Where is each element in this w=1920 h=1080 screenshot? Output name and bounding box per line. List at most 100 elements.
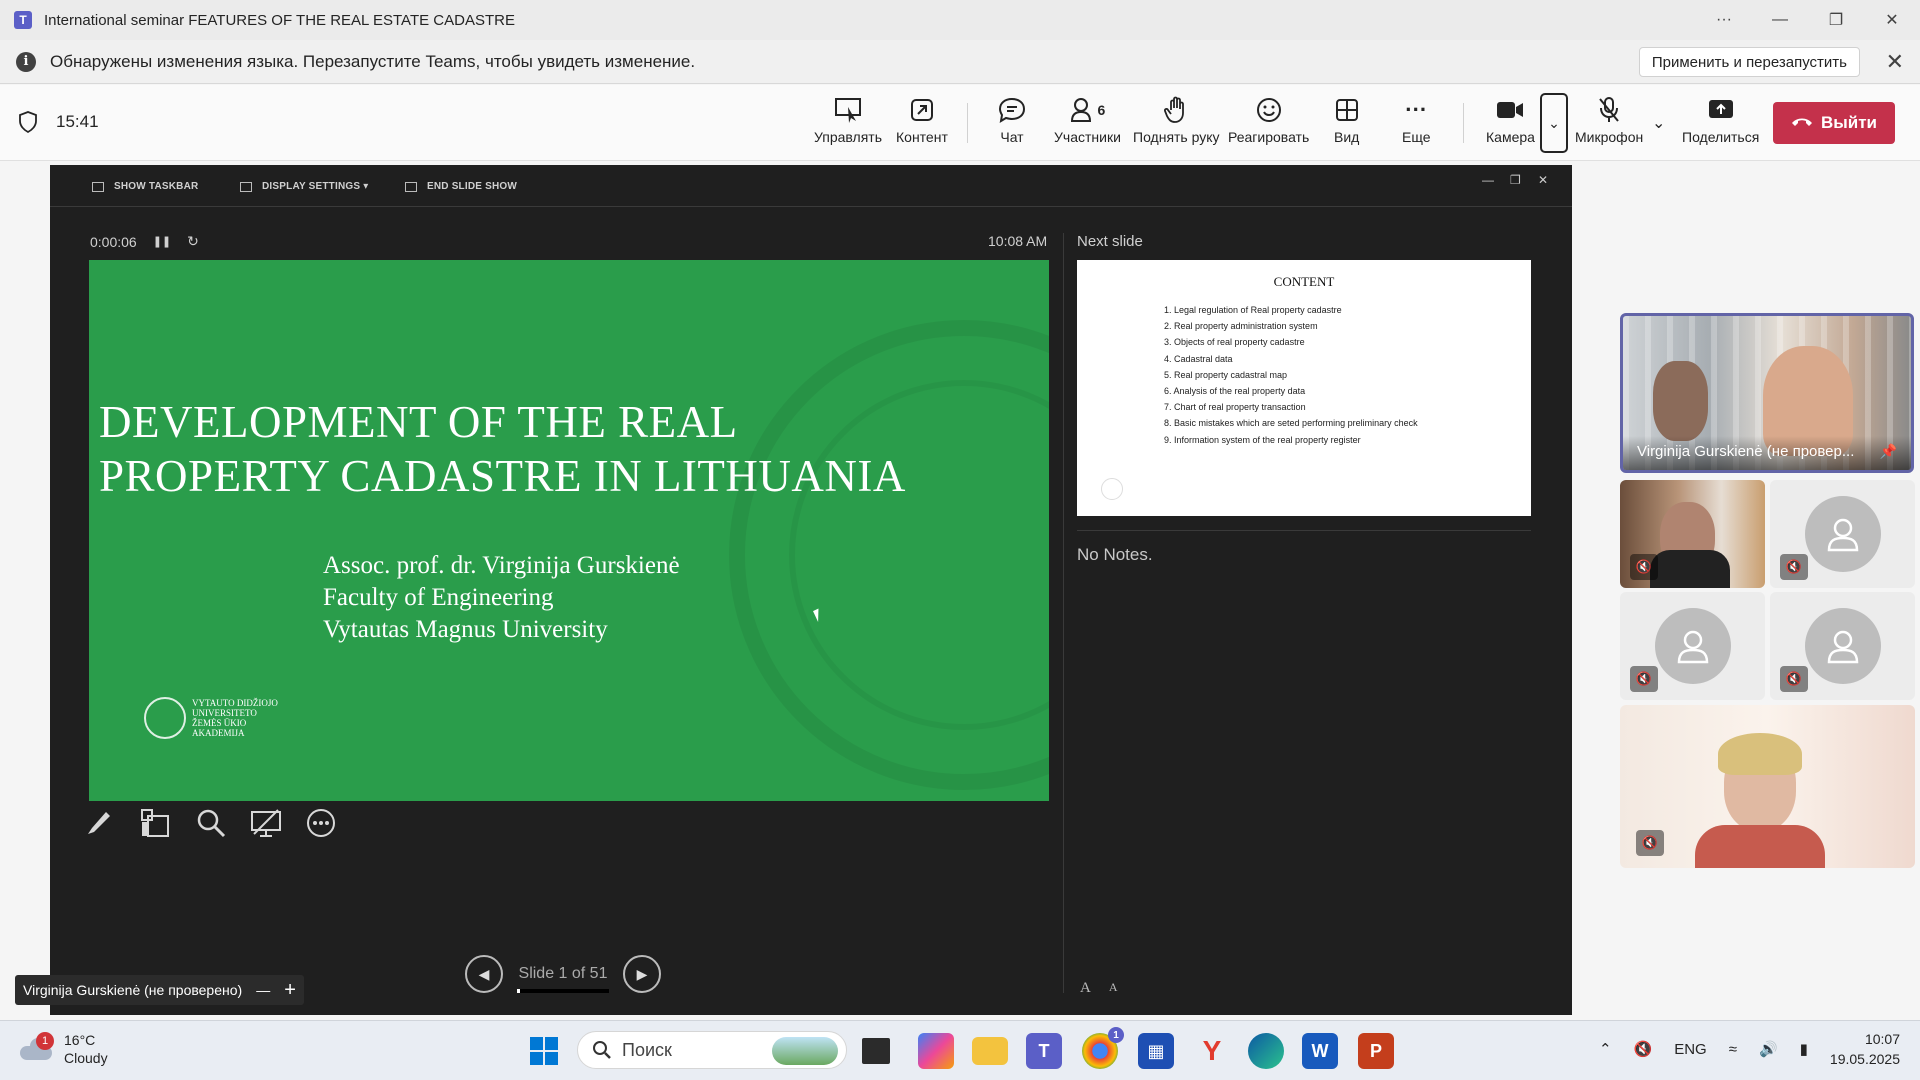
microphone-button[interactable]: Микрофон [1575,95,1643,151]
edge-icon[interactable] [1248,1033,1284,1069]
camera-button[interactable]: Камера [1486,95,1535,151]
video-tile-6[interactable]: 🔇 [1620,705,1915,868]
zoom-icon[interactable] [196,808,226,845]
university-seal-icon [144,697,186,739]
leave-button[interactable]: Выйти [1773,102,1895,144]
zoom-out-button[interactable]: — [256,982,270,998]
copilot-icon[interactable] [918,1033,954,1069]
participants-button[interactable]: 6 Участники [1054,95,1121,151]
next-slide-list-item: 9. Information system of the real proper… [1164,434,1361,445]
reset-timer-icon[interactable]: ↻ [187,233,199,250]
notification-badge: 1 [36,1032,54,1050]
notes-font-buttons: A A [1080,980,1118,997]
next-slide-button[interactable]: ▶ [623,955,661,993]
banner-message: Обнаружены изменения языка. Перезапустит… [50,51,696,71]
camera-options-chevron[interactable]: ⌄ [1540,93,1568,153]
teams-app-icon[interactable]: T [1026,1033,1062,1069]
input-language[interactable]: ENG [1674,1041,1707,1058]
muted-mic-icon: 🔇 [1630,666,1658,692]
increase-font-button[interactable]: A [1080,980,1091,997]
end-slide-show-button[interactable]: END SLIDE SHOW [405,181,517,192]
pause-icon[interactable]: ❚❚ [153,235,171,248]
shield-icon [19,111,37,133]
react-button[interactable]: Реагировать [1228,95,1309,151]
participant-tile-3[interactable]: 🔇 [1770,480,1915,588]
title-bar: T International seminar FEATURES OF THE … [0,0,1920,40]
current-time: 10:08 AM [988,233,1048,249]
mic-muted-tray-icon[interactable]: 🔇 [1634,1040,1653,1058]
video-tile-2[interactable]: 🔇 [1620,480,1765,588]
content-button[interactable]: Контент [896,95,948,151]
chevron-up-icon[interactable]: ⌃ [1599,1040,1612,1058]
volume-icon[interactable]: 🔊 [1759,1040,1778,1058]
more-slide-options-icon[interactable] [306,808,336,845]
presenter-name-badge: Virginija Gurskienė (не проверено) — + [15,975,304,1005]
next-slide-preview[interactable]: CONTENT 1. Legal regulation of Real prop… [1077,260,1531,516]
next-slide-list-item: 8. Basic mistakes which are seted perfor… [1164,418,1418,429]
apply-restart-button[interactable]: Применить и перезапустить [1638,47,1860,77]
raise-hand-button[interactable]: Поднять руку [1133,95,1220,151]
windows-logo-icon [530,1037,558,1065]
weather-widget[interactable]: 1 16°C Cloudy [20,1031,108,1067]
powerpoint-icon[interactable]: P [1358,1033,1394,1069]
share-button[interactable]: Поделиться [1682,95,1759,151]
restore-button[interactable]: ❐ [1808,0,1864,40]
decrease-font-button[interactable]: A [1109,980,1118,997]
clock[interactable]: 10:07 19.05.2025 [1830,1029,1900,1069]
next-slide-list-item: 1. Legal regulation of Real property cad… [1164,305,1342,315]
grid-view-icon [1335,95,1359,125]
manage-icon [834,95,862,125]
presenter-restore-button[interactable]: ❐ [1510,173,1521,187]
chat-button[interactable]: Чат [998,95,1026,151]
display-settings-button[interactable]: DISPLAY SETTINGS ▾ [240,181,368,192]
slide-university: Vytautas Magnus University [323,616,608,643]
mic-options-chevron[interactable]: ⌄ [1652,113,1665,133]
presenter-view: SHOW TASKBAR DISPLAY SETTINGS ▾ END SLID… [50,165,1572,1015]
word-icon[interactable]: W [1302,1033,1338,1069]
video-tile-pinned[interactable]: Virginija Gurskienė (не провер... 📌 [1620,313,1914,473]
more-dots-icon: ··· [1405,97,1428,122]
microsoft-store-icon[interactable]: ▦ [1138,1033,1174,1069]
task-view-icon[interactable] [862,1038,890,1064]
presenter-close-button[interactable]: ✕ [1538,173,1548,187]
start-button[interactable] [526,1033,562,1069]
close-banner-button[interactable]: ✕ [1886,49,1904,75]
yandex-browser-icon[interactable]: Y [1194,1033,1230,1069]
chevron-down-icon: ⌄ [1548,114,1560,131]
show-taskbar-button[interactable]: SHOW TASKBAR [92,181,198,192]
participants-count: 6 [1097,102,1106,118]
slide-author: Assoc. prof. dr. Virginija Gurskienė [323,552,680,579]
pen-tool-icon[interactable] [84,808,114,845]
more-button[interactable]: ··· Еще [1402,95,1431,151]
black-screen-icon[interactable] [250,808,282,845]
triangle-left-icon: ◀ [478,965,490,982]
current-slide: DEVELOPMENT OF THE REAL PROPERTY CADASTR… [89,260,1049,801]
wifi-icon[interactable]: ≈ [1729,1041,1737,1058]
minimize-button[interactable]: — [1752,0,1808,40]
search-icon [593,1041,611,1059]
participant-tile-5[interactable]: 🔇 [1770,592,1915,700]
file-explorer-icon[interactable] [972,1037,1008,1065]
elapsed-timer: 0:00:06 [90,233,137,250]
view-button[interactable]: Вид [1334,95,1359,151]
taskbar-search[interactable]: Поиск [577,1031,847,1069]
search-highlight-image [772,1037,838,1065]
muted-mic-icon: 🔇 [1630,554,1658,580]
pin-icon[interactable]: 📌 [1880,443,1897,460]
previous-slide-button[interactable]: ◀ [465,955,503,993]
chrome-icon[interactable]: 1 [1082,1027,1124,1069]
see-all-slides-icon[interactable] [140,808,170,845]
close-window-button[interactable]: ✕ [1864,0,1920,40]
chat-icon [998,95,1026,125]
battery-icon[interactable]: ▮ [1800,1040,1808,1058]
presenter-minimize-button[interactable]: — [1482,173,1494,187]
more-options-button[interactable]: ··· [1696,0,1752,40]
participant-tile-4[interactable]: 🔇 [1620,592,1765,700]
manage-button[interactable]: Управлять [814,95,882,151]
display-icon [240,181,252,192]
university-logo: VYTAUTO DIDŽIOJO UNIVERSITETO ŽEMĖS ŪKIO… [144,697,278,739]
next-slide-list: 1. Legal regulation of Real property cad… [1164,302,1418,448]
chrome-badge: 1 [1108,1027,1124,1043]
weather-description: Cloudy [64,1050,108,1066]
zoom-in-button[interactable]: + [284,979,296,1002]
